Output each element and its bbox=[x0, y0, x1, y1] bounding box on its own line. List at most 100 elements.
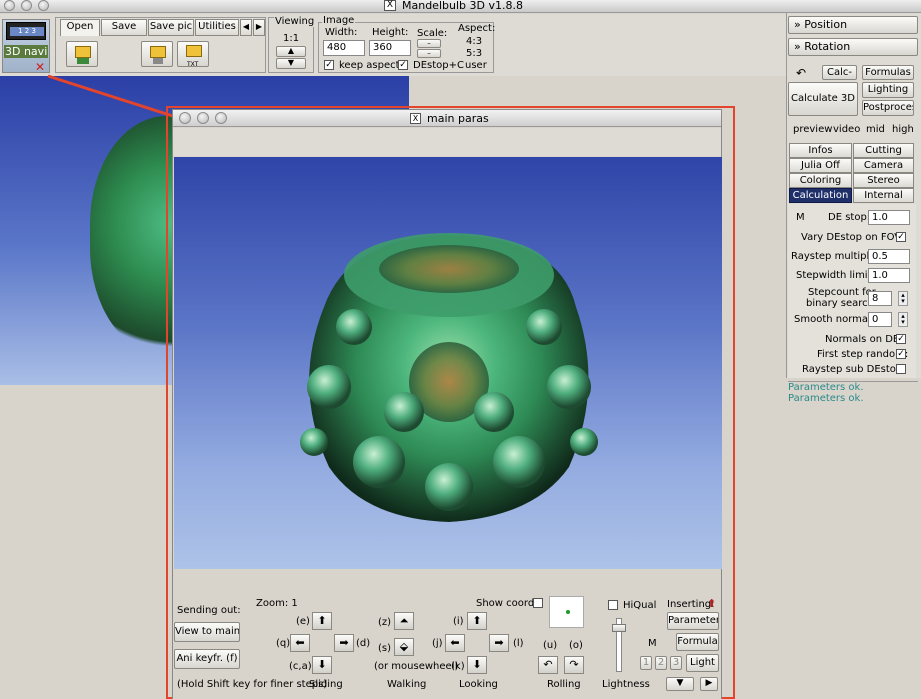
tab-cutting[interactable]: Cutting bbox=[853, 143, 914, 158]
stepcount-spinner[interactable]: ▴ ▾ bbox=[898, 291, 908, 306]
tab-coloring[interactable]: Coloring bbox=[789, 173, 852, 188]
roll-left-button[interactable]: ↶ bbox=[538, 656, 558, 674]
lighting-button[interactable]: Lighting bbox=[862, 82, 914, 98]
stepwidth-field[interactable]: 1.0 bbox=[868, 268, 910, 283]
roll-right-button[interactable]: ↷ bbox=[564, 656, 584, 674]
nav-3d-button[interactable]: 1 2 3 3D navi ✕ bbox=[2, 19, 50, 74]
main-paras-zoom-icon[interactable] bbox=[215, 112, 227, 124]
insert-light-button[interactable]: Light bbox=[686, 654, 719, 672]
expand-down-button[interactable]: ▼ bbox=[666, 677, 694, 691]
walk-backward-button[interactable]: ⬙ bbox=[394, 638, 414, 656]
insert-parameter-button[interactable]: Parameter bbox=[667, 612, 719, 630]
light-3-button[interactable]: 3 bbox=[670, 656, 682, 670]
expand-right-button[interactable]: ▶ bbox=[700, 677, 718, 691]
walking-label: Walking bbox=[387, 679, 427, 690]
raystep-sub-label: Raystep sub DEstop: bbox=[802, 364, 906, 375]
keep-aspect-checkbox[interactable]: ✓ bbox=[324, 60, 334, 70]
tab-camera[interactable]: Camera bbox=[853, 158, 914, 173]
tab-calculation[interactable]: Calculation bbox=[789, 188, 852, 203]
slide-up-button[interactable]: ⬆ bbox=[312, 612, 332, 630]
key-d: (d) bbox=[356, 638, 371, 649]
insert-formula-button[interactable]: Formula bbox=[676, 633, 719, 651]
viewing-down-button[interactable]: ▼ bbox=[276, 58, 306, 69]
slide-down-button[interactable]: ⬇ bbox=[312, 656, 332, 674]
slide-right-button[interactable]: ➡ bbox=[334, 634, 354, 652]
look-left-button[interactable]: ⬅ bbox=[445, 634, 465, 652]
hiqual-checkbox[interactable] bbox=[608, 600, 618, 610]
width-field[interactable]: 480 bbox=[323, 40, 365, 56]
view-to-main-button[interactable]: View to main bbox=[174, 622, 240, 642]
tab-internal[interactable]: Internal bbox=[853, 188, 914, 203]
log-area bbox=[788, 381, 918, 681]
lightness-slider-thumb[interactable] bbox=[612, 624, 626, 632]
quality-mid[interactable]: mid bbox=[866, 124, 885, 135]
tab-save-pic[interactable]: Save pic bbox=[148, 19, 194, 36]
scale-up-button[interactable]: – bbox=[417, 39, 441, 48]
smooth-normals-spinner[interactable]: ▴ ▾ bbox=[898, 312, 908, 327]
fractal-render-viewport[interactable] bbox=[174, 157, 722, 569]
zoom-label: Zoom: 1 bbox=[256, 598, 298, 609]
txt-label: TXT bbox=[187, 61, 199, 67]
key-k: (k) bbox=[451, 661, 465, 672]
smooth-normals-field[interactable]: 0 bbox=[868, 312, 892, 327]
key-j: (j) bbox=[432, 638, 443, 649]
open-folder-button[interactable] bbox=[66, 41, 98, 67]
folder-txt-icon bbox=[186, 45, 202, 57]
tab-scroll-left-icon[interactable]: ◀ bbox=[240, 19, 252, 36]
position-expander[interactable]: » Position bbox=[788, 16, 918, 34]
minimize-window-icon[interactable] bbox=[21, 0, 32, 11]
ani-keyfr-button[interactable]: Ani keyfr. (f) bbox=[174, 649, 240, 669]
walk-forward-button[interactable]: ⏶ bbox=[394, 612, 414, 630]
quality-high[interactable]: high bbox=[892, 124, 914, 135]
x11-icon-small: X bbox=[410, 113, 421, 124]
main-paras-minimize-icon[interactable] bbox=[197, 112, 209, 124]
keep-aspect-label: keep aspect bbox=[339, 60, 400, 71]
main-paras-close-icon[interactable] bbox=[179, 112, 191, 124]
tab-utilities[interactable]: Utilities bbox=[195, 19, 239, 36]
formulas-button[interactable]: Formulas bbox=[862, 65, 914, 80]
height-field[interactable]: 360 bbox=[369, 40, 411, 56]
calculate-3d-button[interactable]: Calculate 3D bbox=[788, 82, 858, 116]
raystep-sub-checkbox[interactable] bbox=[896, 364, 906, 374]
light-1-button[interactable]: 1 bbox=[640, 656, 652, 670]
look-up-button[interactable]: ⬆ bbox=[467, 612, 487, 630]
open-txt-button[interactable]: TXT bbox=[177, 41, 209, 67]
raystep-mult-field[interactable]: 0.5 bbox=[868, 249, 910, 264]
shift-hint: (Hold Shift key for finer steps) bbox=[177, 679, 328, 690]
rolling-label: Rolling bbox=[547, 679, 581, 690]
tab-infos[interactable]: Infos bbox=[789, 143, 852, 158]
tab-stereo[interactable]: Stereo bbox=[853, 173, 914, 188]
close-window-icon[interactable] bbox=[4, 0, 15, 11]
look-right-button[interactable]: ➡ bbox=[489, 634, 509, 652]
de-stop-field[interactable]: 1.0 bbox=[868, 210, 910, 225]
main-paras-title-bar: X main paras bbox=[173, 110, 721, 127]
scale-down-button[interactable]: – bbox=[417, 49, 441, 58]
calc-minus-button[interactable]: Calc- bbox=[822, 65, 857, 80]
quality-preview[interactable]: preview bbox=[793, 124, 832, 135]
aspect-4-3[interactable]: 4:3 bbox=[466, 36, 482, 47]
tab-open[interactable]: Open bbox=[60, 19, 100, 36]
vary-destop-checkbox[interactable]: ✓ bbox=[896, 232, 906, 242]
look-down-button[interactable]: ⬇ bbox=[467, 656, 487, 674]
tab-julia-off[interactable]: Julia Off bbox=[789, 158, 852, 173]
aspect-5-3[interactable]: 5:3 bbox=[466, 48, 482, 59]
quality-video[interactable]: video bbox=[833, 124, 860, 135]
show-coords-checkbox[interactable] bbox=[533, 598, 543, 608]
aspect-user[interactable]: user bbox=[465, 60, 487, 71]
mousewheel-hint: (or mousewheel) bbox=[374, 661, 459, 672]
normals-on-de-checkbox[interactable]: ✓ bbox=[896, 334, 906, 344]
open-image-button[interactable] bbox=[141, 41, 173, 67]
tab-save[interactable]: Save bbox=[101, 19, 147, 36]
tab-scroll-right-icon[interactable]: ▶ bbox=[253, 19, 265, 36]
vary-destop-label: Vary DEstop on FOV: bbox=[801, 232, 904, 243]
undo-icon[interactable]: ↶ bbox=[796, 66, 806, 80]
stepcount-field[interactable]: 8 bbox=[868, 291, 892, 306]
viewing-up-button[interactable]: ▲ bbox=[276, 46, 306, 57]
postprocess-button[interactable]: Postprocess bbox=[862, 100, 914, 116]
first-step-random-checkbox[interactable]: ✓ bbox=[896, 349, 906, 359]
rotation-expander[interactable]: » Rotation bbox=[788, 38, 918, 56]
destop-c-checkbox[interactable]: ✓ bbox=[398, 60, 408, 70]
light-2-button[interactable]: 2 bbox=[655, 656, 667, 670]
zoom-window-icon[interactable] bbox=[38, 0, 49, 11]
slide-left-button[interactable]: ⬅ bbox=[290, 634, 310, 652]
